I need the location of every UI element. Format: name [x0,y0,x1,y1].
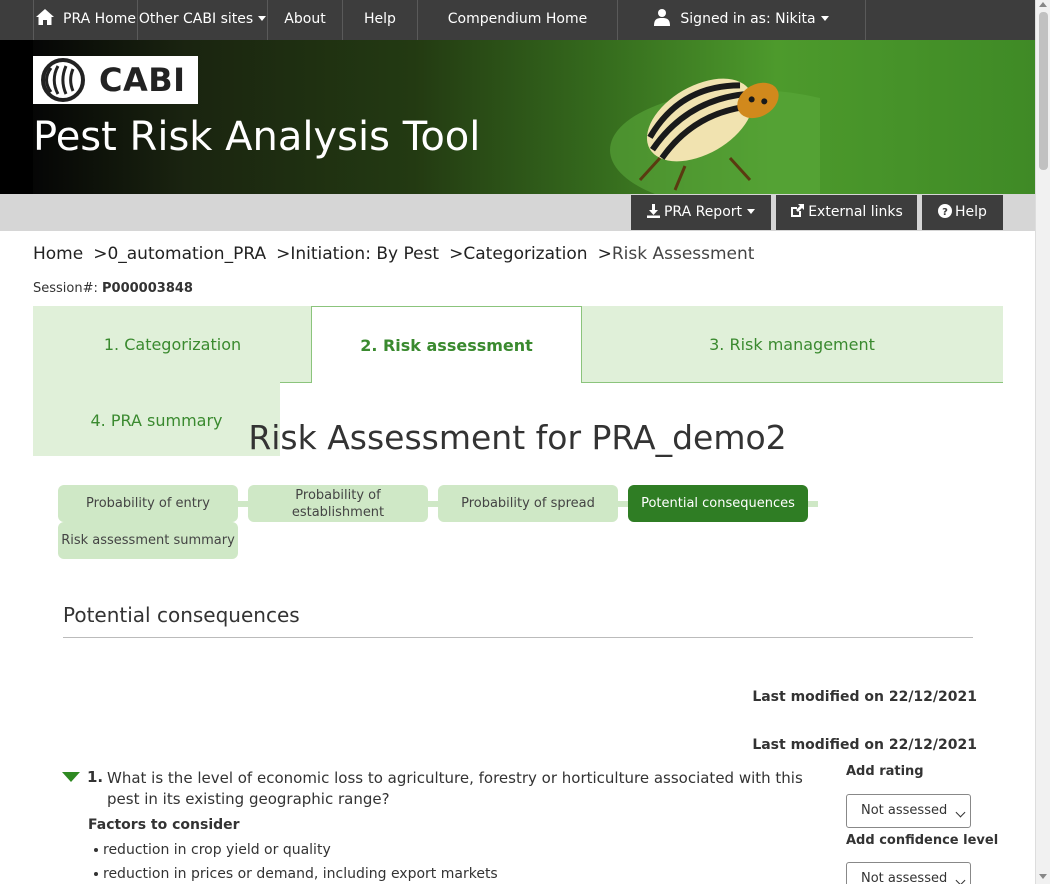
nav-other-cabi-sites[interactable]: Other CABI sites [138,0,268,40]
nav-pra-home[interactable]: PRA Home [33,0,138,40]
rating-select[interactable]: Not assessed [846,794,971,828]
svg-text:?: ? [942,207,948,218]
nav-help[interactable]: Help [343,0,418,40]
factor-item: reduction in crop yield or quality [94,840,498,864]
question-circle-icon: ? [938,204,953,218]
collapse-toggle-icon[interactable] [62,772,80,782]
beetle-image [610,78,820,194]
caret-down-icon [747,209,756,214]
breadcrumb-home[interactable]: Home [33,244,83,264]
step-probability-of-entry[interactable]: Probability of entry [58,485,238,522]
nav-signed-label: Signed in as: Nikita [680,11,816,27]
download-icon [646,204,660,218]
breadcrumb-separator: > [449,244,464,264]
confidence-select[interactable]: Not assessed [846,862,971,884]
home-icon [36,9,54,25]
nav-compendium-label: Compendium Home [447,11,588,27]
breadcrumb-separator: > [93,244,108,264]
breadcrumb-initiation[interactable]: Initiation: By Pest [290,244,439,264]
nav-compendium-home[interactable]: Compendium Home [418,0,618,40]
step-probability-of-spread[interactable]: Probability of spread [438,485,618,522]
banner-edge [0,40,33,194]
step-risk-assessment-summary[interactable]: Risk assessment summary [58,522,238,559]
scroll-down-icon[interactable] [1039,874,1047,879]
tab-categorization[interactable]: 1. Categorization [33,306,312,383]
session-number: P000003848 [102,281,193,296]
caret-down-icon [258,16,267,21]
caret-down-icon [820,16,829,21]
breadcrumb-separator: > [276,244,291,264]
step-probability-of-establishment[interactable]: Probability of establishment [248,485,428,522]
nav-pra-home-label: PRA Home [63,11,136,27]
section-title: Potential consequences [63,603,300,627]
last-modified: Last modified on 22/12/2021 [752,689,977,705]
nav-help-label: Help [364,11,396,27]
factors-heading: Factors to consider [88,817,240,833]
header-banner: CABI Pest Risk Analysis Tool [0,40,1035,194]
page-title: Risk Assessment for PRA_demo2 [248,418,787,457]
breadcrumb-pra[interactable]: 0_automation_PRA [107,244,266,264]
user-icon [654,9,671,26]
confidence-label: Add confidence level [846,833,999,848]
page-scrollbar[interactable] [1035,0,1050,884]
breadcrumb-separator: > [597,244,612,264]
pra-report-button[interactable]: PRA Report [631,195,771,230]
step-potential-consequences[interactable]: Potential consequences [628,485,808,522]
breadcrumb-current: Risk Assessment [611,244,755,264]
nav-signed-in-user[interactable]: Signed in as: Nikita [618,0,866,40]
factor-item: reduction in prices or demand, including… [94,864,498,884]
scrollbar-thumb[interactable] [1039,12,1048,170]
tab-risk-management[interactable]: 3. Risk management [581,306,1003,383]
cabi-logo[interactable]: CABI [33,56,198,104]
session-label: Session#: [33,281,98,296]
app-title: Pest Risk Analysis Tool [33,114,481,160]
external-link-icon [791,204,805,217]
pra-report-label: PRA Report [663,204,743,220]
nav-about-label: About [284,11,326,27]
external-links-label: External links [808,204,903,220]
section-divider [63,637,973,638]
rating-label: Add rating [846,764,924,779]
help-label: Help [955,204,987,220]
question-number: 1. [87,768,104,786]
nav-other-label: Other CABI sites [138,11,254,27]
top-navbar: PRA Home Other CABI sites About Help Com… [0,0,1035,40]
logo-text: CABI [99,61,186,99]
factors-list: reduction in crop yield or quality reduc… [94,840,498,884]
breadcrumb: Home >0_automation_PRA >Initiation: By Pes… [33,244,754,264]
session-info: Session#: P000003848 [33,281,193,296]
last-modified: Last modified on 22/12/2021 [752,737,977,753]
help-button[interactable]: ? Help [922,195,1003,230]
cabi-logo-mark-icon [41,58,85,102]
question-text: What is the level of economic loss to ag… [107,769,803,808]
nav-about[interactable]: About [268,0,343,40]
breadcrumb-categorization[interactable]: Categorization [463,244,587,264]
tab-risk-assessment[interactable]: 2. Risk assessment [311,306,582,383]
scroll-up-icon[interactable] [1039,2,1047,7]
external-links-button[interactable]: External links [776,195,917,230]
